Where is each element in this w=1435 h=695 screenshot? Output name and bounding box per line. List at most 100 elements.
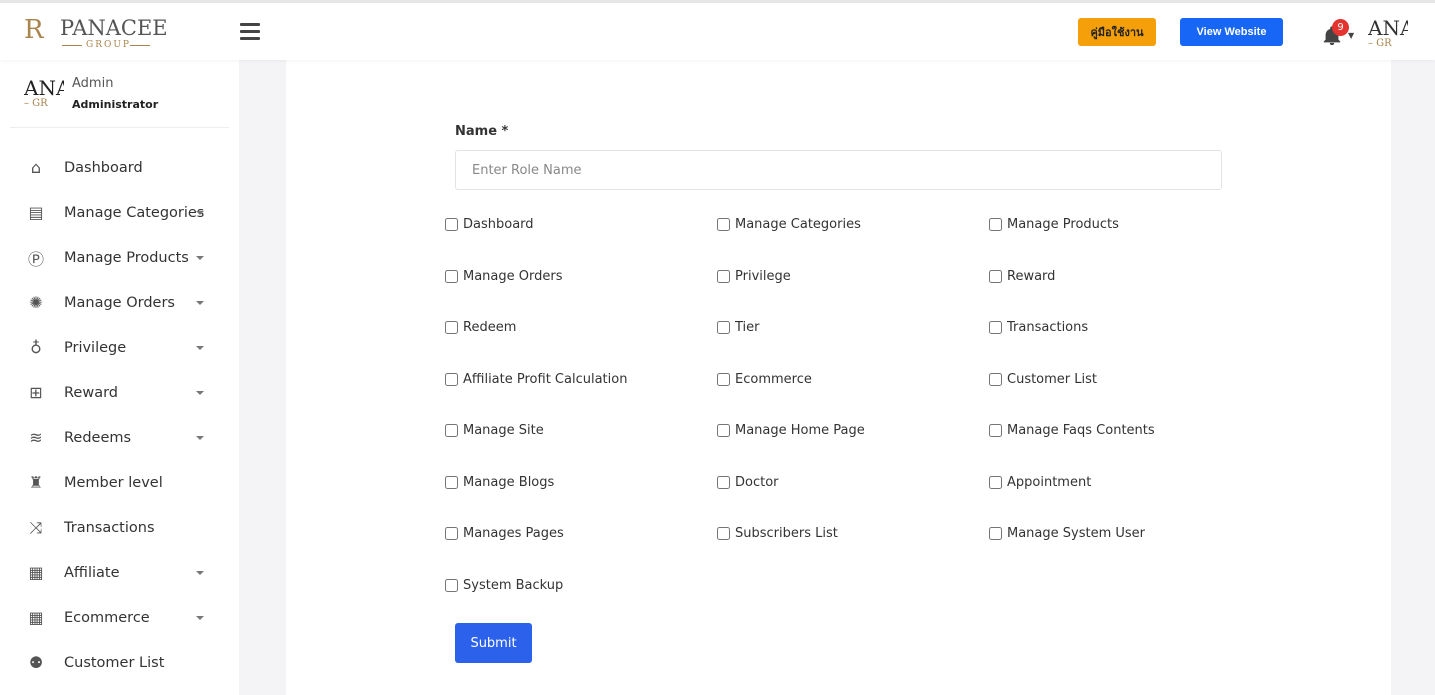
list-icon: ▤ [28, 203, 44, 222]
permission-privilege[interactable]: Privilege [717, 269, 791, 284]
table-icon: ▦ [28, 608, 44, 627]
permission-redeem[interactable]: Redeem [445, 320, 516, 335]
permission-manage-categories[interactable]: Manage Categories [717, 217, 861, 232]
permission-tier[interactable]: Tier [717, 320, 760, 335]
sidebar-item-label: Member level [64, 474, 163, 491]
panacee-logo[interactable]: R PANACEE GROUP [24, 15, 168, 53]
permission-checkbox[interactable] [989, 218, 1002, 231]
role-name-input[interactable] [455, 150, 1222, 190]
permission-checkbox[interactable] [445, 269, 458, 283]
sidebar-item-reward[interactable]: ⊞ Reward [0, 370, 239, 415]
permission-checkbox[interactable] [989, 527, 1002, 540]
permission-system-backup[interactable]: System Backup [445, 578, 563, 593]
sidebar-item-privilege[interactable]: ♁ Privilege [0, 325, 239, 370]
permission-reward[interactable]: Reward [989, 269, 1055, 284]
sidebar-item-label: Privilege [64, 339, 127, 356]
sidebar-item-manage-orders[interactable]: ✺ Manage Orders [0, 280, 239, 325]
sidebar-item-label: Manage Products [64, 249, 189, 266]
permission-checkbox[interactable] [717, 269, 730, 283]
sidebar-item-redeems[interactable]: ≋ Redeems [0, 415, 239, 460]
chevron-down-icon [196, 345, 204, 350]
permission-label: Manage Categories [735, 217, 861, 232]
permission-checkbox[interactable] [445, 578, 458, 592]
permission-checkbox[interactable] [717, 475, 730, 489]
permission-label: Manage Products [1007, 217, 1119, 232]
permission-manage-system-user[interactable]: Manage System User [989, 526, 1145, 541]
sidebar-item-ecommerce[interactable]: ▦ Ecommerce [0, 595, 239, 640]
submit-button[interactable]: Submit [455, 623, 532, 663]
permission-label: Redeem [463, 320, 517, 335]
sidebar-item-label: Affiliate [64, 564, 120, 581]
permission-checkbox[interactable] [989, 321, 1002, 334]
shuffle-icon: ⤨ [29, 517, 43, 537]
sidebar-item-manage-products[interactable]: Ⓟ Manage Products [0, 235, 239, 280]
sidebar-item-dashboard[interactable]: ⌂ Dashboard [0, 145, 239, 190]
permission-label: Affiliate Profit Calculation [463, 371, 628, 387]
user-guide-button[interactable]: คู่มือใช้งาน [1078, 18, 1156, 46]
permission-label: Manage Orders [463, 268, 563, 284]
sidebar-item-label: Ecommerce [64, 609, 150, 626]
permission-checkbox[interactable] [989, 372, 1002, 386]
product-p-icon: Ⓟ [27, 249, 44, 269]
permission-checkbox[interactable] [717, 218, 730, 231]
permission-checkbox[interactable] [445, 218, 458, 231]
permission-manages-pages[interactable]: Manages Pages [445, 526, 564, 541]
permission-checkbox[interactable] [445, 424, 458, 437]
permission-manage-products[interactable]: Manage Products [989, 217, 1119, 232]
permission-manage-home-page[interactable]: Manage Home Page [717, 423, 865, 438]
permission-affiliate-profit-calculation[interactable]: Affiliate Profit Calculation [445, 372, 627, 387]
permission-doctor[interactable]: Doctor [717, 475, 779, 490]
permission-label: Manage Faqs Contents [1007, 423, 1155, 438]
sidebar-item-label: Reward [64, 384, 118, 401]
chevron-down-icon [196, 210, 204, 215]
view-website-button[interactable]: View Website [1180, 18, 1283, 46]
chevron-down-icon[interactable]: ▼ [1348, 31, 1354, 40]
permission-checkbox[interactable] [717, 527, 730, 540]
permission-checkbox[interactable] [989, 424, 1002, 437]
sidebar-item-customer-list[interactable]: ⚉ Customer List [0, 640, 239, 685]
award-icon: ♁ [30, 338, 42, 357]
permission-checkbox[interactable] [717, 372, 730, 386]
permission-manage-blogs[interactable]: Manage Blogs [445, 475, 554, 490]
permission-dashboard[interactable]: Dashboard [445, 217, 534, 232]
permission-checkbox[interactable] [989, 269, 1002, 283]
logo-rule-right [130, 45, 150, 46]
users-icon: ⚉ [28, 653, 44, 672]
logo-monogram: R [24, 15, 44, 45]
permission-transactions[interactable]: Transactions [989, 320, 1088, 335]
permission-checkbox[interactable] [445, 372, 458, 386]
permission-label: Privilege [735, 268, 791, 284]
permission-appointment[interactable]: Appointment [989, 475, 1091, 490]
sidebar-item-manage-categories[interactable]: ▤ Manage Categories [0, 190, 239, 235]
avatar[interactable]: ANA – GR [1368, 18, 1408, 54]
home-icon: ⌂ [30, 158, 42, 177]
permission-subscribers-list[interactable]: Subscribers List [717, 526, 838, 541]
permission-label: Manage Blogs [463, 474, 555, 490]
permission-manage-site[interactable]: Manage Site [445, 423, 544, 438]
permission-checkbox[interactable] [717, 321, 730, 334]
sidebar-item-label: Manage Orders [64, 294, 175, 311]
sidebar-item-label: Manage Categories [64, 204, 205, 221]
trophy-icon: ♜ [28, 473, 44, 492]
sidebar-item-member-level[interactable]: ♜ Member level [0, 460, 239, 505]
permission-ecommerce[interactable]: Ecommerce [717, 372, 812, 387]
permission-checkbox[interactable] [445, 475, 458, 489]
sidebar-item-transactions[interactable]: ⤨ Transactions [0, 505, 239, 550]
sidebar-item-label: Dashboard [64, 159, 143, 176]
sidebar-item-affiliate[interactable]: ▦ Affiliate [0, 550, 239, 595]
sidebar-menu: ⌂ Dashboard ▤ Manage Categories Ⓟ Manage Prod… [0, 145, 239, 685]
chevron-down-icon [196, 435, 204, 440]
menu-toggle-icon[interactable] [240, 23, 260, 41]
permission-customer-list[interactable]: Customer List [989, 372, 1097, 387]
layers-icon: ≋ [29, 428, 43, 447]
permission-manage-orders[interactable]: Manage Orders [445, 269, 563, 284]
chevron-down-icon [196, 570, 204, 575]
permission-checkbox[interactable] [989, 475, 1002, 489]
permission-checkbox[interactable] [445, 321, 458, 334]
top-header: R PANACEE GROUP คู่มือใช้งาน View Websit… [0, 0, 1435, 60]
chevron-down-icon [196, 615, 204, 620]
permission-checkbox[interactable] [717, 424, 730, 437]
profile-name: Admin [72, 76, 114, 91]
permission-checkbox[interactable] [445, 527, 458, 540]
permission-manage-faqs-contents[interactable]: Manage Faqs Contents [989, 423, 1155, 438]
